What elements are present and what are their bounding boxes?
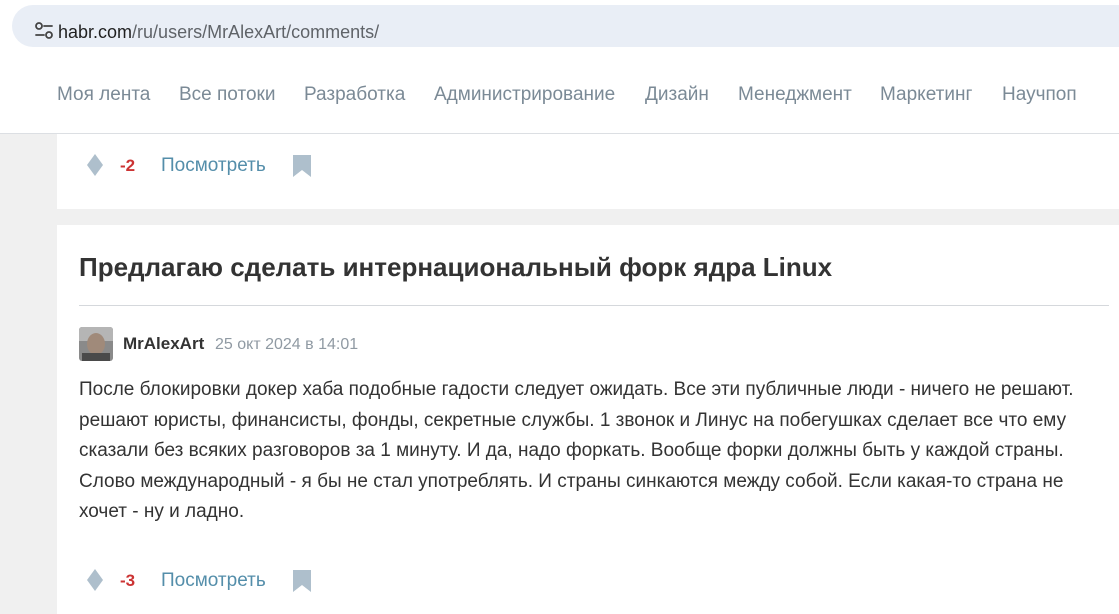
nav-item-development[interactable]: Разработка xyxy=(304,84,405,106)
nav-item-design[interactable]: Дизайн xyxy=(645,84,709,106)
bookmark-icon[interactable] xyxy=(293,155,311,177)
comment-timestamp[interactable]: 25 окт 2024 в 14:01 xyxy=(215,335,358,355)
nav-item-administration[interactable]: Администрирование xyxy=(434,84,615,106)
comment-card: Предлагаю сделать интернациональный форк… xyxy=(57,225,1119,614)
comment-actions: -2 Посмотреть xyxy=(57,150,457,180)
comment-score: -3 xyxy=(120,571,136,590)
nav-item-popsci[interactable]: Научпоп xyxy=(1002,84,1077,106)
habr-nav: Моя лента Все потоки Разработка Админист… xyxy=(0,56,1119,134)
view-link[interactable]: Посмотреть xyxy=(161,570,266,592)
page-gutter xyxy=(0,134,57,614)
comment-body: После блокировки докер хаба подобные гад… xyxy=(79,379,1074,522)
url-field[interactable]: habr.com/ru/users/MrAlexArt/comments/ xyxy=(12,5,1119,47)
tune-icon[interactable] xyxy=(34,21,54,41)
comment-score: -2 xyxy=(120,156,136,175)
view-link[interactable]: Посмотреть xyxy=(161,155,266,177)
post-title-link[interactable]: Предлагаю сделать интернациональный форк… xyxy=(79,251,832,283)
url-text[interactable]: habr.com/ru/users/MrAlexArt/comments/ xyxy=(58,21,379,43)
comment-card: -2 Посмотреть xyxy=(57,134,1119,209)
divider xyxy=(79,305,1109,306)
vote-icon[interactable] xyxy=(87,154,103,176)
nav-item-all-streams[interactable]: Все потоки xyxy=(179,84,275,106)
vote-icon[interactable] xyxy=(87,569,103,591)
nav-item-marketing[interactable]: Маркетинг xyxy=(880,84,972,106)
avatar[interactable] xyxy=(79,327,113,361)
comment-actions: -3 Посмотреть xyxy=(57,565,457,595)
nav-item-my-feed[interactable]: Моя лента xyxy=(57,84,150,106)
bookmark-icon[interactable] xyxy=(293,570,311,592)
browser-address-bar: habr.com/ru/users/MrAlexArt/comments/ xyxy=(0,0,1119,56)
nav-item-management[interactable]: Менеджмент xyxy=(738,84,852,106)
comment-author[interactable]: MrAlexArt xyxy=(123,334,204,354)
